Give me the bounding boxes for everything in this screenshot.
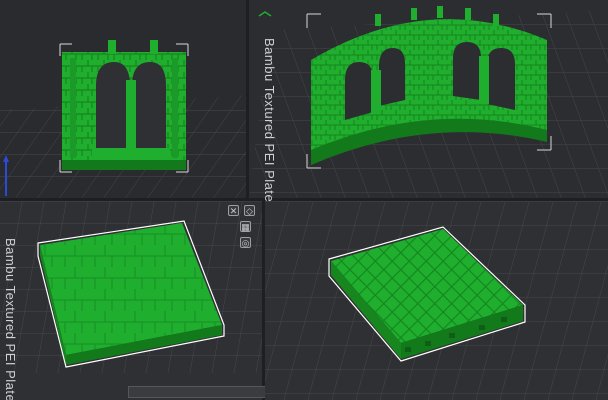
build-plate-scene xyxy=(265,201,608,400)
build-plate-scene xyxy=(0,0,246,198)
viewport-lattice-floor-tile[interactable] xyxy=(265,201,608,400)
plate-label: Bambu Textured PEI Plate xyxy=(262,38,277,203)
settings-icon[interactable]: ◎ xyxy=(240,237,251,248)
orient-icon[interactable]: ◇ xyxy=(244,205,255,216)
viewport-stone-floor-tile[interactable]: ✕ ◇ ▦ ◎ xyxy=(0,201,262,400)
viewport-curved-arched-wall[interactable] xyxy=(249,0,608,198)
screenshot-collage: Bambu Textured PEI Plate ✕ ◇ ▦ ◎ Bambu T… xyxy=(0,0,608,400)
viewport-wall-arched-window[interactable] xyxy=(0,0,246,198)
bottom-toolbar[interactable] xyxy=(128,386,280,398)
build-plate-scene xyxy=(0,201,262,400)
build-plate-scene xyxy=(249,0,608,198)
close-icon[interactable]: ✕ xyxy=(228,205,239,216)
model-wall-arched-window[interactable] xyxy=(62,40,186,170)
arrange-icon[interactable]: ▦ xyxy=(240,221,251,232)
plate-label: Bambu Textured PEI Plate xyxy=(3,238,18,400)
